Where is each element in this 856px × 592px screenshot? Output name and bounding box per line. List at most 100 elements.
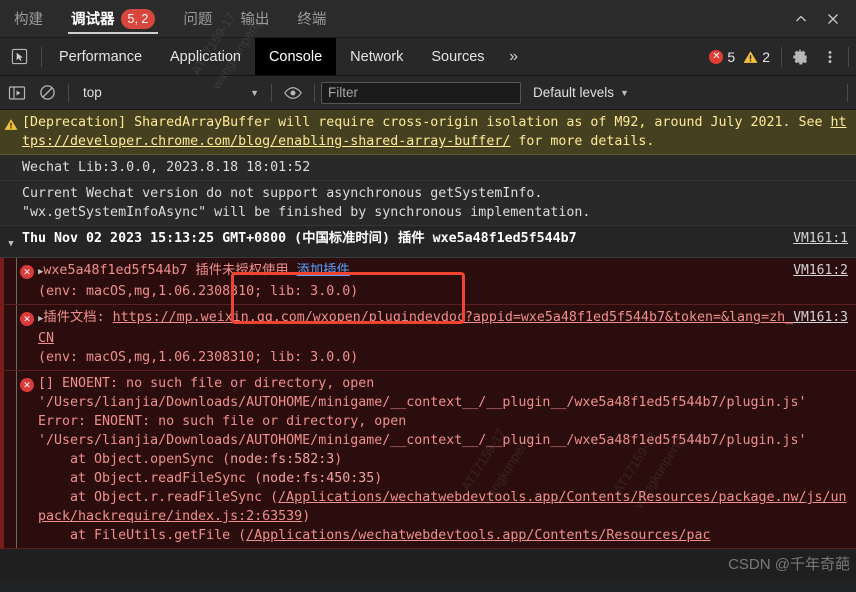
- close-icon[interactable]: [818, 4, 848, 34]
- disclosure-triangle-down-icon[interactable]: ▼: [8, 235, 13, 254]
- gear-icon[interactable]: [785, 42, 815, 72]
- error-circle-icon: ✕: [20, 312, 34, 326]
- console-message-group-header[interactable]: ▼ Thu Nov 02 2023 15:13:25 GMT+0800 (中国标…: [0, 226, 856, 258]
- console-filter-input[interactable]: Filter: [321, 81, 521, 104]
- divider: [314, 83, 315, 102]
- tab-network[interactable]: Network: [336, 38, 417, 75]
- console-message-warning[interactable]: [Deprecation] SharedArrayBuffer will req…: [0, 110, 856, 155]
- plugin-doc-link[interactable]: https://mp.weixin.qq.com/wxopen/pluginde…: [38, 310, 793, 346]
- ide-tab-bar: 构建 调试器 5, 2 问题 输出 终端: [0, 0, 856, 38]
- group-indent-line: [16, 305, 17, 370]
- log-level-selector[interactable]: Default levels ▼: [533, 85, 629, 100]
- divider: [271, 83, 272, 102]
- devtools-window: 构建 调试器 5, 2 问题 输出 终端 Performance Applica…: [0, 0, 856, 592]
- message-gutter: ✕: [16, 308, 38, 367]
- error-text-a: wxe5a48f1ed5f544b7 插件未授权使用: [43, 263, 297, 278]
- error-count-badge[interactable]: ✕ 5: [709, 49, 735, 65]
- message-gutter: [0, 158, 22, 177]
- error-text-a: 插件文档:: [43, 310, 113, 325]
- devtools-tab-bar: Performance Application Console Network …: [0, 38, 856, 76]
- stack-frame-suffix: ): [334, 452, 343, 467]
- tab-label: Console: [268, 48, 323, 65]
- tab-performance[interactable]: Performance: [45, 38, 156, 75]
- deprecation-text-post: for more details.: [510, 134, 655, 149]
- console-message-log[interactable]: Current Wechat version do not support as…: [0, 181, 856, 226]
- tab-label: Performance: [59, 48, 143, 65]
- clear-console-icon[interactable]: [32, 80, 62, 106]
- message-text: Current Wechat version do not support as…: [22, 186, 591, 220]
- filter-placeholder: Filter: [328, 85, 358, 100]
- ide-tab-label: 终端: [297, 12, 327, 28]
- enoent-line-4: '/Users/lianjia/Downloads/AUTOHOME/minig…: [38, 433, 807, 448]
- warning-count-value: 2: [762, 48, 770, 65]
- warning-count-badge[interactable]: 2: [743, 49, 770, 65]
- ide-tab-label: 构建: [14, 12, 43, 28]
- ide-tab-terminal[interactable]: 终端: [283, 0, 340, 37]
- chevron-down-icon: ▼: [620, 87, 629, 98]
- ide-tab-problems[interactable]: 问题: [169, 0, 226, 37]
- divider: [781, 46, 782, 67]
- divider: [847, 83, 848, 102]
- chevron-down-icon: ▼: [250, 87, 259, 98]
- ide-tab-label: 调试器: [71, 12, 115, 28]
- message-text: Wechat Lib:3.0.0, 2023.8.18 18:01:52: [22, 160, 311, 175]
- ide-tab-label: 输出: [240, 12, 270, 28]
- console-message-info[interactable]: Wechat Lib:3.0.0, 2023.8.18 18:01:52: [0, 155, 856, 181]
- group-indent-line: [16, 258, 17, 304]
- more-tabs-button[interactable]: »: [499, 38, 529, 75]
- debugger-issue-badge: 5, 2: [120, 8, 156, 29]
- enoent-line-3: Error: ENOENT: no such file or directory…: [38, 414, 407, 429]
- source-link[interactable]: VM161:1: [793, 229, 848, 248]
- divider: [68, 83, 69, 102]
- message-text: Thu Nov 02 2023 15:13:25 GMT+0800 (中国标准时…: [22, 231, 577, 246]
- warning-triangle-icon: [743, 50, 758, 64]
- execution-context-selector[interactable]: top ▼: [75, 85, 265, 100]
- error-count-value: 5: [727, 48, 736, 65]
- add-plugin-link[interactable]: 添加插件: [297, 263, 350, 278]
- message-text: ▶插件文档: https://mp.weixin.qq.com/wxopen/p…: [38, 308, 856, 367]
- devtools-status-area: ✕ 5 2: [709, 38, 856, 75]
- ide-tab-build[interactable]: 构建: [0, 0, 57, 37]
- stack-frame-prefix: at Object.openSync (: [38, 452, 231, 467]
- log-level-value: Default levels: [533, 85, 615, 100]
- console-message-error[interactable]: ✕ [] ENOENT: no such file or directory, …: [0, 371, 856, 549]
- ide-tab-output[interactable]: 输出: [226, 0, 283, 37]
- stack-frame-prefix: at Object.readFileSync (: [38, 471, 263, 486]
- tab-label: Sources: [431, 48, 485, 65]
- error-text-b: (env: macOS,mg,1.06.2308310; lib: 3.0.0): [38, 350, 359, 365]
- source-link[interactable]: VM161:2: [793, 261, 848, 280]
- eye-icon[interactable]: [278, 80, 308, 106]
- stack-frame-prefix: at Object.r.readFileSync (: [38, 490, 279, 505]
- console-message-list[interactable]: [Deprecation] SharedArrayBuffer will req…: [0, 110, 856, 582]
- tab-label: Network: [350, 48, 404, 65]
- source-link[interactable]: VM161:3: [793, 308, 848, 327]
- console-sidebar-icon[interactable]: [2, 80, 32, 106]
- stack-frame-link[interactable]: /Applications/wechatwebdevtools.app/Cont…: [246, 528, 710, 543]
- chevron-up-icon[interactable]: [786, 4, 816, 34]
- error-circle-icon: ✕: [709, 49, 724, 64]
- enoent-line-2: '/Users/lianjia/Downloads/AUTOHOME/minig…: [38, 395, 807, 410]
- error-text-b: (env: macOS,mg,1.06.2308310; lib: 3.0.0): [38, 284, 359, 299]
- ide-tab-debugger[interactable]: 调试器 5, 2: [57, 0, 169, 37]
- more-vertical-icon[interactable]: [815, 42, 845, 72]
- stack-frame-suffix: ): [302, 509, 311, 524]
- message-text: [] ENOENT: no such file or directory, op…: [38, 374, 856, 545]
- tab-console[interactable]: Console: [254, 38, 337, 75]
- divider: [41, 46, 42, 67]
- message-text: ▶wxe5a48f1ed5f544b7 插件未授权使用 添加插件 (env: m…: [38, 261, 856, 301]
- tab-application[interactable]: Application: [156, 38, 255, 75]
- inspect-element-icon[interactable]: [0, 38, 38, 75]
- stack-frame-location: node:fs:582:3: [230, 452, 335, 467]
- console-message-error[interactable]: ✕ ▶插件文档: https://mp.weixin.qq.com/wxopen…: [0, 305, 856, 371]
- tab-sources[interactable]: Sources: [417, 38, 498, 75]
- message-gutter: ✕: [16, 261, 38, 301]
- ide-window-controls: [786, 0, 856, 37]
- console-toolbar-right: [841, 83, 854, 102]
- message-gutter: ✕: [16, 374, 38, 545]
- message-gutter: [0, 113, 22, 151]
- execution-context-value: top: [83, 85, 102, 100]
- message-gutter[interactable]: ▼: [0, 229, 22, 254]
- console-message-error[interactable]: ✕ ▶wxe5a48f1ed5f544b7 插件未授权使用 添加插件 (env:…: [0, 258, 856, 305]
- stack-frame-location: node:fs:450:35: [262, 471, 375, 486]
- message-text: [Deprecation] SharedArrayBuffer will req…: [22, 113, 856, 151]
